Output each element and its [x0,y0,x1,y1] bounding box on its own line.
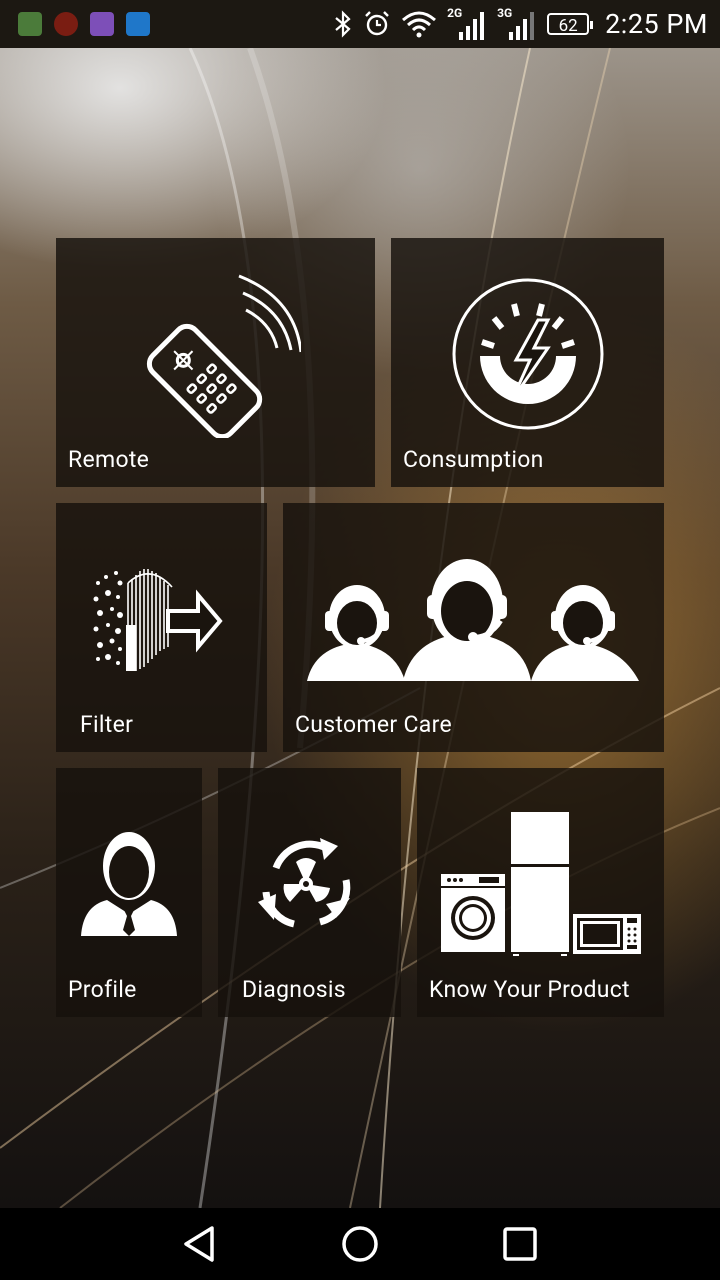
battery-icon: 62 [547,13,594,36]
air-filter-icon [93,569,223,671]
home-icon[interactable] [340,1224,380,1264]
customer-care-agents-icon [307,559,639,681]
diagnosis-fan-icon [258,838,351,928]
status-time: 2:25 PM [605,8,708,40]
app-notification-3-icon [90,12,114,36]
alarm-icon [365,11,389,36]
tile-label-customer-care: Customer Care [295,711,452,738]
tile-label-remote: Remote [68,446,150,473]
tile-customer-care[interactable]: Customer Care [283,503,664,752]
remote-control-icon [146,274,301,438]
user-profile-icon [81,832,177,936]
battery-level: 62 [558,16,578,36]
app-notification-2-icon [54,12,78,36]
tile-profile[interactable]: Profile [56,768,202,1017]
tile-label-diagnosis: Diagnosis [242,976,346,1003]
tile-label-profile: Profile [68,976,137,1003]
tile-label-filter: Filter [80,711,134,738]
tile-consumption[interactable]: Consumption [391,238,664,487]
status-bar: 2G 3G 62 2:25 PM [0,0,720,48]
wifi-icon [402,11,437,38]
recents-icon[interactable] [500,1224,540,1264]
tile-diagnosis[interactable]: Diagnosis [218,768,401,1017]
app-notification-1-icon [18,12,42,36]
bluetooth-icon [335,10,351,38]
navigation-bar [0,1208,720,1280]
tile-know-your-product[interactable]: Know Your Product [417,768,664,1017]
signal-3g-icon: 3G [497,4,537,44]
signal-2g-icon: 2G [447,4,487,44]
energy-consumption-icon [452,278,604,430]
app-notification-4-icon [126,12,150,36]
tile-remote[interactable]: Remote [56,238,375,487]
tile-label-consumption: Consumption [403,446,544,473]
tile-filter[interactable]: Filter [56,503,267,752]
appliances-icon [441,812,641,956]
tile-label-know-your-product: Know Your Product [429,976,630,1003]
back-icon[interactable] [180,1224,220,1264]
